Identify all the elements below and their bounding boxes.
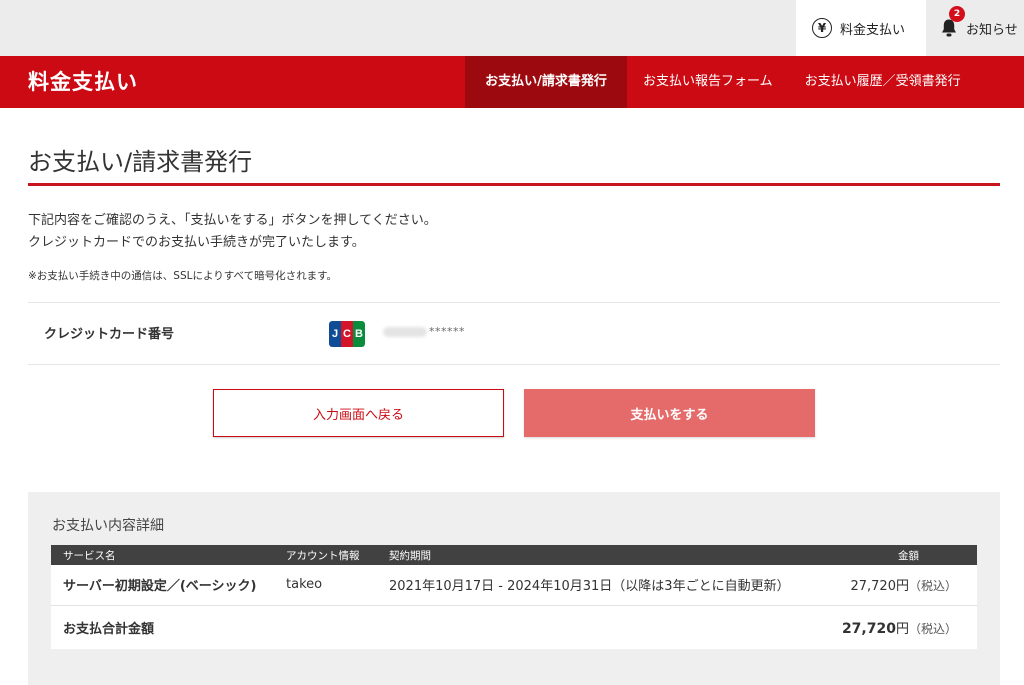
notification-link[interactable]: 2 お知らせ [940,0,1024,56]
credit-card-label: クレジットカード番号 [44,327,175,342]
contract-period: 2021年10月17日 - 2024年10月31日（以降は3年ごとに自動更新） [389,565,819,606]
total-row: お支払合計金額 27,720円（税込） [51,605,977,649]
nav-tab-payment-invoice[interactable]: お支払い/請求書発行 [465,56,627,108]
amount-value: 27,720円 [850,579,909,595]
bell-icon: 2 [940,6,965,38]
credit-card-row: クレジットカード番号 J C B ****** [28,302,1000,365]
instructions-line-1: 下記内容をご確認のうえ、「支払いをする」ボタンを押してください。 [28,213,437,228]
page-brand-title: 料金支払い [28,70,138,94]
back-to-input-button[interactable]: 入力画面へ戻る [213,389,504,437]
column-header-amount: 金額 [819,545,977,565]
total-unit: 円 [895,621,909,637]
yen-circle-icon: ¥ [812,18,832,38]
redacted-digits [383,327,427,337]
title-divider [28,183,1000,186]
service-name: サーバー初期設定／(ベーシック) [51,565,286,606]
total-amount: 27,720 [841,620,896,637]
column-header-account: アカウント情報 [286,545,389,565]
instructions-line-2: クレジットカードでのお支払い手続きが完了いたします。 [28,235,365,250]
masked-digits: ****** [429,325,465,338]
total-tax: （税込） [908,621,957,636]
payment-detail-table: サービス名 アカウント情報 契約期間 金額 サーバー初期設定／(ベーシック) t… [51,545,977,649]
total-cell: 27,720円（税込） [819,605,977,649]
jcb-card-icon: J C B [329,321,365,347]
top-utility-bar: ¥ 料金支払い 2 お知らせ [0,0,1024,56]
top-payment-link[interactable]: ¥ 料金支払い [796,0,926,56]
top-payment-label: 料金支払い [840,22,906,38]
ssl-note: ※お支払い手続き中の通信は、SSLによりすべて暗号化されます。 [28,270,338,282]
table-row: サーバー初期設定／(ベーシック) takeo 2021年10月17日 - 202… [51,565,977,606]
column-header-period: 契約期間 [389,545,819,565]
pay-button[interactable]: 支払いをする [524,389,815,437]
notification-label: お知らせ [966,22,1018,38]
notification-count-badge: 2 [949,6,965,22]
masked-card-number: ****** [383,325,465,338]
amount-tax: （税込） [908,579,957,594]
payment-detail-panel: お支払い内容詳細 サービス名 アカウント情報 契約期間 金額 サーバー初期設定／… [28,492,1000,685]
nav-tab-payment-report-form[interactable]: お支払い報告フォーム [627,56,789,108]
column-header-service: サービス名 [51,545,286,565]
amount-cell: 27,720円（税込） [819,565,977,606]
instructions-text: 下記内容をご確認のうえ、「支払いをする」ボタンを押してください。 クレジットカー… [28,210,437,254]
account-name: takeo [286,565,389,606]
payment-detail-title: お支払い内容詳細 [52,518,164,534]
main-header: 料金支払い お支払い/請求書発行 お支払い報告フォーム お支払い履歴／受領書発行 [0,56,1024,108]
nav-tab-payment-history[interactable]: お支払い履歴／受領書発行 [789,56,977,108]
total-label: お支払合計金額 [51,605,286,649]
main-nav: お支払い/請求書発行 お支払い報告フォーム お支払い履歴／受領書発行 [465,56,977,108]
page-title: お支払い/請求書発行 [28,148,253,176]
